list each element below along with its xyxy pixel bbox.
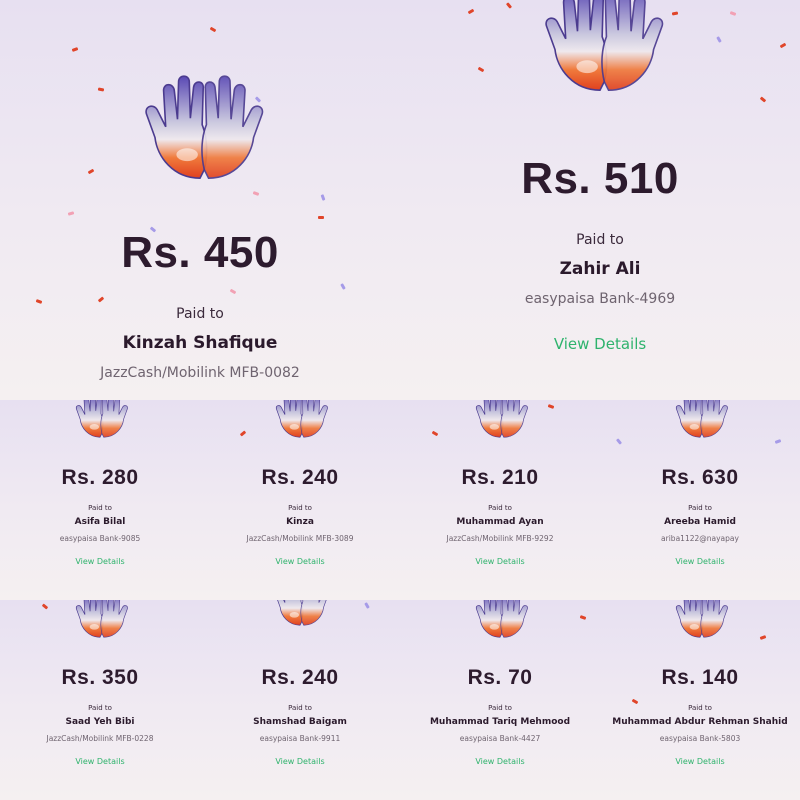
recipient-name: Asifa Bilal [74,517,126,527]
recipient-account: JazzCash/Mobilink MFB-3089 [246,534,354,543]
praying-hands-icon [267,600,333,630]
payment-card-8: Rs. 240 Paid to Shamshad Baigam easypais… [200,600,400,800]
paid-to-label: Paid to [688,704,712,712]
view-details-link[interactable]: View Details [0,557,200,566]
view-details-link[interactable]: View Details [400,557,600,566]
payment-card-7: Rs. 350 Paid to Saad Yeh Bibi JazzCash/M… [0,600,200,800]
payment-amount: Rs. 510 [521,154,679,203]
payment-amount: Rs. 240 [261,466,339,489]
praying-hands-icon [467,600,533,642]
confetti-piece [318,216,324,219]
recipient-account: JazzCash/Mobilink MFB-9292 [446,534,554,543]
recipient-name: Areeba Hamid [664,517,736,527]
payment-amount: Rs. 280 [61,466,139,489]
view-details-link[interactable]: View Details [400,335,800,353]
view-details-link[interactable]: View Details [0,757,200,766]
payment-amount: Rs. 140 [661,666,739,689]
payment-card-10: Rs. 140 Paid to Muhammad Abdur Rehman Sh… [600,600,800,800]
recipient-name: Shamshad Baigam [253,717,347,727]
recipient-account: ariba1122@nayapay [661,534,739,543]
recipient-name: Zahir Ali [559,259,641,279]
recipient-account: easypaisa Bank-4427 [459,734,541,743]
praying-hands-icon [67,600,133,642]
paid-to-label: Paid to [488,704,512,712]
praying-hands-icon [267,400,333,442]
paid-to-label: Paid to [288,504,312,512]
view-details-link[interactable]: View Details [200,557,400,566]
praying-hands-icon [125,70,275,190]
praying-hands-icon [67,400,133,442]
recipient-account: JazzCash/Mobilink MFB-0228 [46,734,154,743]
payment-amount: Rs. 70 [467,666,533,689]
recipient-account: JazzCash/Mobilink MFB-0082 [100,365,300,381]
paid-to-label: Paid to [288,704,312,712]
praying-hands-icon [467,400,533,442]
paid-to-label: Paid to [88,504,112,512]
recipient-name: Kinza [286,517,314,527]
payment-cards-grid: Rs. 450 Paid to Kinzah Shafique JazzCash… [0,0,800,800]
payment-card-2: Rs. 510 Paid to Zahir Ali easypaisa Bank… [400,0,800,400]
view-details-link[interactable]: View Details [400,757,600,766]
paid-to-label: Paid to [176,306,224,322]
payment-amount: Rs. 450 [121,228,279,277]
paid-to-label: Paid to [688,504,712,512]
payment-card-5: Rs. 210 Paid to Muhammad Ayan JazzCash/M… [400,400,600,600]
recipient-account: easypaisa Bank-9085 [59,534,141,543]
praying-hands-icon [667,400,733,442]
view-details-link[interactable]: View Details [600,757,800,766]
payment-amount: Rs. 210 [461,466,539,489]
praying-hands-icon [525,0,675,102]
payment-card-9: Rs. 70 Paid to Muhammad Tariq Mehmood ea… [400,600,600,800]
recipient-name: Muhammad Ayan [456,517,544,527]
recipient-account: easypaisa Bank-9911 [259,734,341,743]
payment-amount: Rs. 240 [261,666,339,689]
recipient-account: easypaisa Bank-4969 [524,291,676,307]
paid-to-label: Paid to [576,232,624,248]
payment-card-3: Rs. 280 Paid to Asifa Bilal easypaisa Ba… [0,400,200,600]
payment-card-4: Rs. 240 Paid to Kinza JazzCash/Mobilink … [200,400,400,600]
paid-to-label: Paid to [488,504,512,512]
recipient-name: Saad Yeh Bibi [65,717,135,727]
recipient-name: Muhammad Tariq Mehmood [429,717,571,727]
view-details-link[interactable]: View Details [600,557,800,566]
paid-to-label: Paid to [88,704,112,712]
recipient-account: easypaisa Bank-5803 [659,734,741,743]
view-details-link[interactable]: View Details [200,757,400,766]
payment-amount: Rs. 630 [661,466,739,489]
payment-card-1: Rs. 450 Paid to Kinzah Shafique JazzCash… [0,0,400,400]
recipient-name: Kinzah Shafique [122,333,278,353]
payment-amount: Rs. 350 [61,666,139,689]
payment-card-6: Rs. 630 Paid to Areeba Hamid ariba1122@n… [600,400,800,600]
recipient-name: Muhammad Abdur Rehman Shahid [612,717,788,727]
praying-hands-icon [667,600,733,642]
